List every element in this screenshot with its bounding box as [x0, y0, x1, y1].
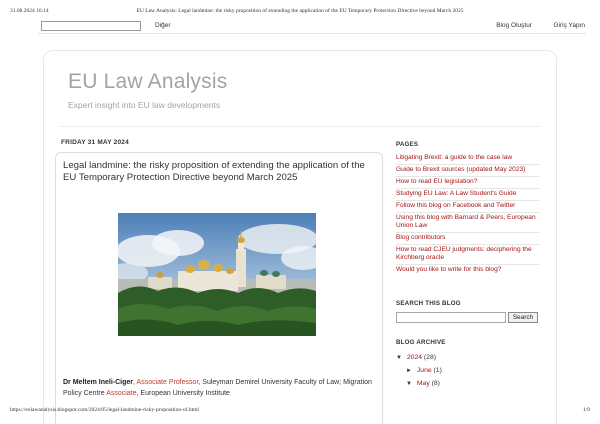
page-link[interactable]: Blog contributors: [396, 233, 540, 245]
affiliation-part2: , European University Institute: [136, 390, 230, 397]
author-separator: ,: [133, 379, 135, 386]
blog-description: Expert insight into EU law developments: [68, 100, 221, 110]
navbar-sign-in-link[interactable]: Giriş Yapın: [553, 22, 585, 29]
archive-month-count: (1): [433, 367, 442, 374]
affiliation-link[interactable]: Associate: [106, 390, 136, 397]
search-button[interactable]: Search: [508, 312, 538, 323]
print-url: https://eulawanalysis.blogspot.com/2024/…: [10, 407, 199, 413]
archive-month-row: ► June (1): [396, 364, 540, 377]
page-link[interactable]: Follow this blog on Facebook and Twitter: [396, 201, 540, 213]
archive-heading: BLOG ARCHIVE: [396, 339, 446, 346]
page-link[interactable]: Litigating Brexit: a guide to the case l…: [396, 153, 540, 165]
navbar-create-blog-link[interactable]: Blog Oluştur: [496, 22, 532, 29]
author-role-link[interactable]: Associate Professor: [137, 379, 199, 386]
archive-month-link[interactable]: June: [417, 367, 432, 374]
blog-archive: ▼ 2024 (28) ► June (1) ▼ May (8): [396, 351, 540, 390]
search-heading: SEARCH THIS BLOG: [396, 300, 461, 307]
archive-year-count: (28): [423, 354, 436, 361]
post-date-header: FRIDAY 31 MAY 2024: [61, 139, 129, 146]
post-image[interactable]: [118, 213, 316, 336]
page-link[interactable]: Studying EU Law: A Law Student's Guide: [396, 189, 540, 201]
navbar-next-link[interactable]: Diğer: [155, 22, 171, 29]
header-divider: [59, 126, 541, 127]
archive-month-count: (8): [431, 380, 440, 387]
print-header: 31.08.2024 16:14 EU Law Analysis: Legal …: [10, 8, 590, 18]
pages-heading: PAGES: [396, 141, 419, 148]
page-link[interactable]: Guide to Brexit sources (updated May 202…: [396, 165, 540, 177]
blogger-navbar: Diğer Blog Oluştur Giriş Yapın: [38, 20, 586, 34]
lavra-photo-graphic: [118, 213, 316, 336]
post-byline: Dr Meltem Ineli-Ciger, Associate Profess…: [63, 377, 377, 399]
archive-month-link[interactable]: May: [417, 380, 430, 387]
author-name: Dr Meltem Ineli-Ciger: [63, 379, 134, 386]
print-page-number: 1/9: [582, 407, 590, 413]
archive-year-link[interactable]: 2024: [407, 354, 422, 361]
print-footer: https://eulawanalysis.blogspot.com/2024/…: [10, 407, 590, 417]
pages-list: Litigating Brexit: a guide to the case l…: [396, 153, 540, 276]
blog-search: Search: [396, 312, 540, 324]
page-link[interactable]: How to read EU legislation?: [396, 177, 540, 189]
archive-month-row: ▼ May (8): [396, 377, 540, 390]
post-title[interactable]: Legal landmine: the risky proposition of…: [63, 160, 375, 184]
page-link[interactable]: Would you like to write for this blog?: [396, 265, 540, 276]
expand-toggle-icon[interactable]: ▼: [406, 378, 415, 391]
print-page-title: EU Law Analysis: Legal landmine: the ris…: [136, 8, 464, 14]
page-link[interactable]: Using this blog with Barnard & Peers, Eu…: [396, 213, 540, 233]
navbar-search-input[interactable]: [41, 21, 141, 31]
page-link[interactable]: How to read CJEU judgments: deciphering …: [396, 245, 540, 265]
blog-search-input[interactable]: [396, 312, 506, 323]
blog-title[interactable]: EU Law Analysis: [68, 70, 227, 94]
archive-year-row: ▼ 2024 (28): [396, 351, 540, 364]
